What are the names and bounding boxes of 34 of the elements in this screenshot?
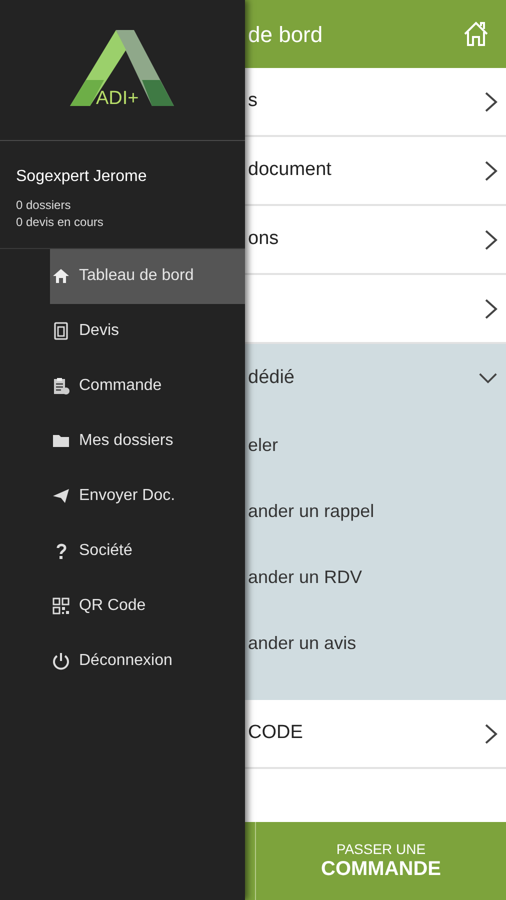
row-label: s xyxy=(248,89,258,114)
menu-item[interactable]: QR Code xyxy=(50,578,245,634)
menu-item[interactable]: Envoyer Doc. xyxy=(50,468,245,524)
qr-code-icon xyxy=(52,597,70,616)
power-icon xyxy=(52,652,70,670)
document-icon xyxy=(52,322,70,340)
chevron-right-icon xyxy=(484,298,498,320)
menu-item[interactable]: Commande xyxy=(50,358,245,414)
menu-item[interactable]: Mes dossiers xyxy=(50,414,245,469)
user-stat: 0 devis en cours xyxy=(16,214,104,232)
menu-item[interactable]: Société xyxy=(50,524,245,579)
menu-item[interactable]: Déconnexion xyxy=(50,634,245,689)
submenu-item[interactable]: eler xyxy=(248,412,498,478)
submenu-item[interactable]: ander un RDV xyxy=(248,544,498,610)
chevron-right-icon xyxy=(484,90,498,112)
row-label: ons xyxy=(248,227,279,252)
clipboard-icon xyxy=(52,377,70,396)
page-title: de bord xyxy=(248,20,323,48)
chevron-right-icon xyxy=(484,722,498,744)
chevron-right-icon xyxy=(484,160,498,182)
chevron-right-icon xyxy=(484,228,498,250)
submenu-item[interactable]: ander un avis xyxy=(248,610,498,676)
chevron-down-icon xyxy=(478,372,498,384)
home-icon[interactable] xyxy=(462,20,490,48)
row-label: document xyxy=(248,158,332,182)
user-name: Sogexpert Jerome xyxy=(16,167,148,187)
home-icon xyxy=(52,267,70,286)
paper-plane-icon xyxy=(52,487,70,506)
submenu-item[interactable]: ander un rappel xyxy=(248,478,498,544)
section-header[interactable]: dédié xyxy=(248,344,498,412)
menu-item[interactable]: Tableau de bord xyxy=(50,248,245,304)
row-label: CODE xyxy=(248,721,303,746)
menu-item[interactable]: Devis xyxy=(50,304,245,359)
section-label: dédié xyxy=(248,366,294,390)
